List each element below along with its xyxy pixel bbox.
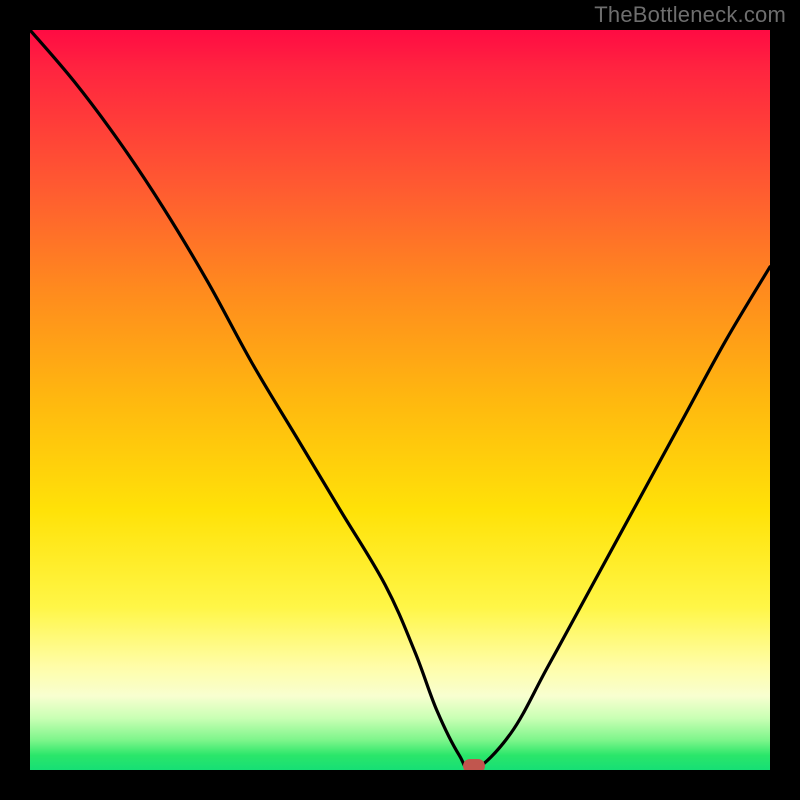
chart-frame: TheBottleneck.com	[0, 0, 800, 800]
bottleneck-curve	[30, 30, 770, 770]
optimal-point-marker	[463, 759, 485, 770]
watermark-label: TheBottleneck.com	[594, 2, 786, 28]
plot-area	[30, 30, 770, 770]
